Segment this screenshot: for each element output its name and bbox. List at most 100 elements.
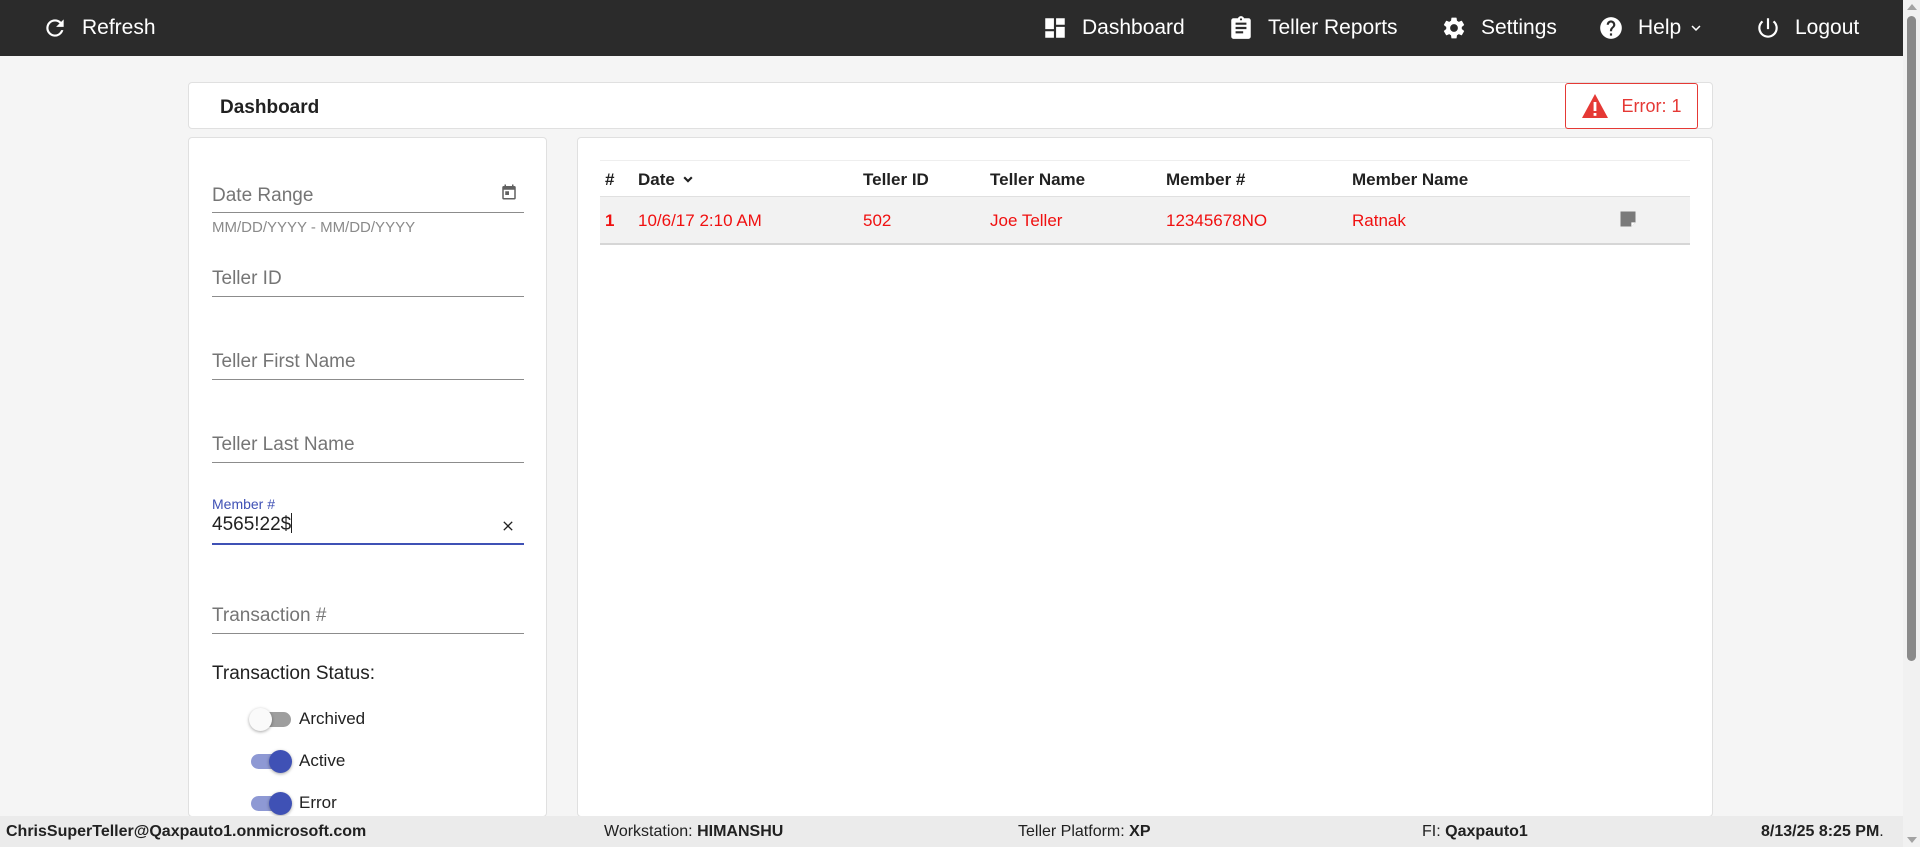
member-number-field[interactable]: Member # 4565!22$ <box>212 496 524 552</box>
teller-platform-value: XP <box>1129 823 1151 840</box>
row-member-name: Ratnak <box>1352 211 1406 230</box>
close-icon[interactable] <box>500 518 516 534</box>
teller-platform-info: Teller Platform: XP <box>1018 823 1151 841</box>
switch-knob <box>269 750 292 773</box>
teller-first-name-placeholder: Teller First Name <box>212 351 356 372</box>
table-header: # Date Teller ID Teller Name Member # Me… <box>600 160 1690 197</box>
page-header: Dashboard Error: 1 <box>188 82 1713 129</box>
column-header-member-name[interactable]: Member Name <box>1352 170 1468 190</box>
refresh-button[interactable]: Refresh <box>42 0 156 56</box>
teller-first-name-underline <box>212 379 524 380</box>
row-teller-id: 502 <box>863 211 892 230</box>
error-label: Error <box>299 793 337 812</box>
nav-help[interactable]: Help <box>1598 0 1705 56</box>
nav-help-label: Help <box>1638 16 1682 39</box>
refresh-icon <box>46 19 64 37</box>
row-number: 1 <box>605 211 615 230</box>
user-email: ChrisSuperTeller@Qaxpauto1.onmicrosoft.c… <box>6 823 367 840</box>
scroll-down-arrow[interactable] <box>1907 837 1917 843</box>
column-header-number: # <box>605 170 615 189</box>
switch-knob <box>269 792 292 815</box>
transaction-number-field[interactable]: Transaction # <box>212 602 524 638</box>
vertical-scrollbar[interactable] <box>1903 0 1920 847</box>
nav-dashboard[interactable]: Dashboard <box>1042 0 1185 56</box>
transaction-number-placeholder: Transaction # <box>212 605 327 626</box>
scrollbar-thumb[interactable] <box>1907 16 1916 661</box>
page-title: Dashboard <box>220 97 320 118</box>
results-panel: # Date Teller ID Teller Name Member # Me… <box>577 137 1713 817</box>
switch-knob <box>249 708 272 731</box>
date-range-hint: MM/DD/YYYY - MM/DD/YYYY <box>212 219 416 236</box>
fi-info: FI: Qaxpauto1 <box>1422 823 1528 841</box>
error-switch[interactable] <box>249 792 293 815</box>
row-member-number: 12345678NO <box>1166 211 1268 230</box>
workstation-value: HIMANSHU <box>697 823 784 840</box>
transactions-table: # Date Teller ID Teller Name Member # Me… <box>600 160 1690 245</box>
date-range-field[interactable]: Date Range MM/DD/YYYY - MM/DD/YYYY <box>212 182 524 242</box>
note-icon[interactable] <box>1618 209 1638 229</box>
datetime-value: 8/13/25 8:25 PM <box>1761 823 1880 840</box>
gear-icon <box>1443 17 1465 39</box>
datetime-info: 8/13/25 8:25 PM. <box>1761 823 1884 841</box>
nav-logout-label: Logout <box>1795 16 1860 39</box>
member-number-input[interactable]: 4565!22$ <box>212 513 293 536</box>
warning-triangle-icon <box>1582 94 1609 118</box>
dashboard-icon <box>1045 18 1065 38</box>
fi-label: FI: <box>1422 823 1441 840</box>
member-number-value: 4565!22$ <box>212 514 292 535</box>
row-date: 10/6/17 2:10 AM <box>638 211 762 230</box>
transaction-status-label: Transaction Status: <box>212 663 375 684</box>
member-number-label: Member # <box>212 496 276 512</box>
nav-teller-reports-label: Teller Reports <box>1268 16 1398 39</box>
toggle-error[interactable]: Error <box>249 792 337 815</box>
clipboard-icon <box>1231 16 1251 39</box>
teller-last-name-underline <box>212 462 524 463</box>
calendar-icon[interactable] <box>500 183 518 201</box>
archived-switch[interactable] <box>249 708 293 731</box>
nav-dashboard-label: Dashboard <box>1082 16 1185 39</box>
teller-platform-label: Teller Platform: <box>1018 823 1125 840</box>
active-label: Active <box>299 751 346 770</box>
filter-panel: Date Range MM/DD/YYYY - MM/DD/YYYY Telle… <box>188 137 547 817</box>
chevron-down-icon <box>683 176 693 183</box>
help-circle-icon <box>1600 17 1622 39</box>
column-header-teller-name[interactable]: Teller Name <box>990 170 1085 190</box>
column-header-member-number[interactable]: Member # <box>1166 170 1245 190</box>
teller-last-name-placeholder: Teller Last Name <box>212 434 355 455</box>
error-count-label: Error: 1 <box>1621 95 1682 116</box>
teller-id-field[interactable]: Teller ID <box>212 265 524 301</box>
top-nav-bar: Refresh Dashboard Teller Reports Setting… <box>0 0 1903 56</box>
transaction-number-underline <box>212 633 524 634</box>
date-range-placeholder: Date Range <box>212 185 314 206</box>
table-row[interactable]: 1 10/6/17 2:10 AM 502 Joe Teller 1234567… <box>600 197 1690 245</box>
chevron-down-icon <box>1691 25 1701 31</box>
teller-id-placeholder: Teller ID <box>212 268 282 289</box>
active-switch[interactable] <box>249 750 293 773</box>
refresh-label: Refresh <box>82 16 156 39</box>
workstation-label: Workstation: <box>604 823 693 840</box>
row-teller-name: Joe Teller <box>990 211 1063 230</box>
error-count-badge[interactable]: Error: 1 <box>1565 83 1698 129</box>
toggle-archived[interactable]: Archived <box>249 708 366 731</box>
nav-settings[interactable]: Settings <box>1441 0 1557 56</box>
date-range-underline <box>212 212 524 213</box>
column-header-teller-id[interactable]: Teller ID <box>863 170 929 190</box>
nav-teller-reports[interactable]: Teller Reports <box>1228 0 1398 56</box>
text-cursor <box>291 513 293 533</box>
workstation-info: Workstation: HIMANSHU <box>604 823 783 841</box>
column-header-date-label: Date <box>638 170 675 189</box>
scroll-up-arrow[interactable] <box>1907 4 1917 10</box>
fi-value: Qaxpauto1 <box>1445 823 1528 840</box>
power-icon <box>1758 18 1778 38</box>
teller-last-name-field[interactable]: Teller Last Name <box>212 431 524 467</box>
status-bar: ChrisSuperTeller@Qaxpauto1.onmicrosoft.c… <box>0 816 1903 847</box>
member-number-underline <box>212 543 524 545</box>
nav-settings-label: Settings <box>1481 16 1557 39</box>
nav-logout[interactable]: Logout <box>1755 0 1859 56</box>
teller-first-name-field[interactable]: Teller First Name <box>212 348 524 384</box>
toggle-active[interactable]: Active <box>249 750 346 773</box>
column-header-date[interactable]: Date <box>638 170 696 190</box>
archived-label: Archived <box>299 709 366 728</box>
teller-id-underline <box>212 296 524 297</box>
datetime-suffix: . <box>1879 823 1884 840</box>
